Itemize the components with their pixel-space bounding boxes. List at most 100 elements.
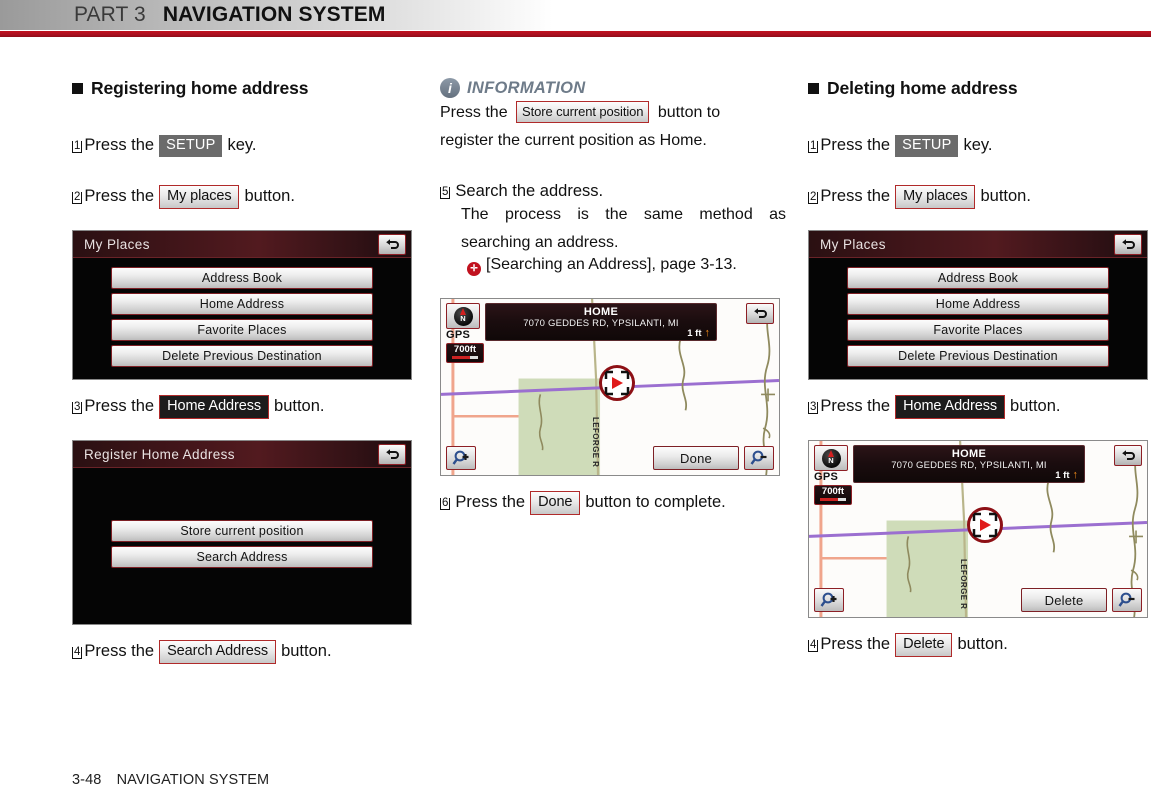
- store-current-position-button[interactable]: Store current position: [111, 520, 373, 542]
- info-text-line2: register the current position as Home.: [440, 131, 707, 149]
- page-reference-text: [Searching an Address], page 3-13.: [486, 256, 737, 274]
- store-current-position-chip[interactable]: Store current position: [516, 100, 650, 123]
- left-step-4: 4 Press the Search Address button.: [72, 640, 418, 665]
- step-text-post: button.: [244, 187, 295, 205]
- map-distance-value: 1 ft: [1055, 470, 1070, 481]
- back-arrow-icon[interactable]: [746, 303, 774, 325]
- map-street-label: LEFORGE R: [959, 559, 968, 610]
- screen-title-bar: My Places: [809, 231, 1147, 258]
- map-scale-bar: [820, 498, 846, 501]
- home-address-button[interactable]: Home Address: [111, 293, 373, 315]
- left-step-2: 2 Press the My places button.: [72, 185, 418, 210]
- search-address-chip[interactable]: Search Address: [159, 640, 277, 664]
- information-title: INFORMATION: [467, 78, 586, 97]
- delete-button[interactable]: Delete: [1021, 588, 1107, 612]
- map-header-banner: HOME 7070 GEDDES RD, YPSILANTI, MI 1 ft ↑: [853, 445, 1085, 483]
- bullet-square-icon: [72, 83, 83, 94]
- back-arrow-glyph: [1121, 450, 1135, 460]
- map-destination-title: HOME: [583, 306, 619, 319]
- step-number: 6: [440, 497, 451, 511]
- map-destination-address: 7070 GEDDES RD, YPSILANTI, MI: [523, 318, 679, 330]
- step-number: 4: [72, 646, 83, 659]
- delete-chip[interactable]: Delete: [895, 633, 953, 657]
- step-text-post: key.: [963, 136, 993, 154]
- map-screen-done: N GPS 700ft HOME 7070 GEDDES RD, YPSILAN…: [440, 298, 780, 477]
- bullet-square-icon: [808, 83, 819, 94]
- map-distance-arrow-icon: ↑: [1072, 469, 1079, 481]
- back-arrow-glyph: [385, 449, 399, 459]
- home-address-chip[interactable]: Home Address: [159, 395, 270, 419]
- step-number: 1: [808, 140, 819, 153]
- map-distance-arrow-icon: ↑: [704, 327, 711, 340]
- home-address-chip[interactable]: Home Address: [895, 395, 1006, 419]
- section-title: Deleting home address: [827, 78, 1018, 98]
- home-address-button[interactable]: Home Address: [847, 293, 1109, 315]
- back-arrow-icon[interactable]: [378, 234, 406, 255]
- step-number: 1: [72, 140, 83, 153]
- back-arrow-icon[interactable]: [1114, 445, 1142, 466]
- step-number: 5: [440, 186, 451, 200]
- compass-north-label: N: [828, 455, 834, 465]
- search-address-button[interactable]: Search Address: [111, 546, 373, 568]
- step-text-post: button.: [957, 635, 1008, 653]
- footer-section-label: NAVIGATION SYSTEM: [116, 772, 270, 788]
- cursor-crosshair-glyph: [972, 512, 998, 538]
- setup-key-chip[interactable]: SETUP: [159, 135, 223, 157]
- middle-step-5: 5 Search the address.: [440, 182, 786, 201]
- map-distance: 1 ft ↑: [1055, 469, 1078, 481]
- screen-title: My Places: [820, 236, 886, 252]
- map-scale-value: 700ft: [453, 344, 477, 356]
- step-text: Search the address.: [455, 182, 604, 201]
- step-text-pre: Press the: [820, 136, 891, 154]
- delete-previous-destination-button[interactable]: Delete Previous Destination: [111, 345, 373, 367]
- step5-subtext: The process is the same method as search…: [461, 206, 786, 251]
- map-distance-value: 1 ft: [687, 328, 702, 340]
- map-screen-delete: N GPS 700ft HOME 7070 GEDDES RD, YPSILAN…: [808, 440, 1148, 618]
- magnifier-plus-glyph: [452, 450, 468, 465]
- magnifier-plus-icon[interactable]: [446, 446, 476, 471]
- address-book-button[interactable]: Address Book: [847, 267, 1109, 289]
- map-cursor-marker-icon: [967, 507, 1003, 543]
- right-step-1: 1 Press the SETUP key.: [808, 135, 1151, 158]
- back-arrow-icon[interactable]: [1114, 234, 1142, 255]
- favorite-places-button[interactable]: Favorite Places: [111, 319, 373, 341]
- compass-icon[interactable]: N: [814, 445, 848, 471]
- step-text-pre: Press the: [820, 397, 891, 415]
- page-footer: 3-48 NAVIGATION SYSTEM: [72, 772, 269, 788]
- done-button[interactable]: Done: [653, 446, 739, 471]
- magnifier-minus-glyph: [750, 450, 766, 465]
- setup-key-chip[interactable]: SETUP: [895, 135, 959, 157]
- step-text-pre: Press the: [84, 136, 155, 154]
- favorite-places-button[interactable]: Favorite Places: [847, 319, 1109, 341]
- map-destination-address: 7070 GEDDES RD, YPSILANTI, MI: [891, 460, 1047, 471]
- step-number: 2: [72, 191, 83, 204]
- map-scale-indicator: 700ft: [814, 485, 852, 505]
- step-text-pre: Press the: [820, 635, 891, 653]
- map-street-label: LEFORGE R: [591, 417, 600, 468]
- footer-page-number: 3-48: [72, 772, 102, 788]
- cursor-crosshair-glyph: [604, 370, 630, 396]
- magnifier-minus-glyph: [1118, 592, 1134, 607]
- my-places-chip[interactable]: My places: [159, 185, 240, 209]
- step-text-post: button.: [980, 187, 1031, 205]
- magnifier-minus-icon[interactable]: [1112, 588, 1142, 612]
- left-step-3: 3 Press the Home Address button.: [72, 395, 418, 420]
- magnifier-minus-icon[interactable]: [744, 446, 774, 471]
- magnifier-plus-icon[interactable]: [814, 588, 844, 612]
- step-text-pre: Press the: [820, 187, 891, 205]
- map-scale-bar: [452, 356, 478, 360]
- delete-previous-destination-button[interactable]: Delete Previous Destination: [847, 345, 1109, 367]
- step-text-post: button to complete.: [585, 493, 726, 512]
- back-arrow-icon[interactable]: [378, 444, 406, 465]
- step-text-pre: Press the: [84, 187, 155, 205]
- done-chip[interactable]: Done: [530, 491, 581, 516]
- my-places-chip[interactable]: My places: [895, 185, 976, 209]
- screen-title-bar: Register Home Address: [73, 441, 411, 468]
- page-header: PART 3 NAVIGATION SYSTEM: [0, 0, 1151, 30]
- information-heading: i INFORMATION: [440, 78, 786, 98]
- my-places-screen-left: My Places Address Book Home Address Favo…: [72, 230, 412, 380]
- magnifier-plus-glyph: [820, 592, 836, 607]
- screen-title: Register Home Address: [84, 446, 235, 462]
- address-book-button[interactable]: Address Book: [111, 267, 373, 289]
- compass-icon[interactable]: N: [446, 303, 480, 330]
